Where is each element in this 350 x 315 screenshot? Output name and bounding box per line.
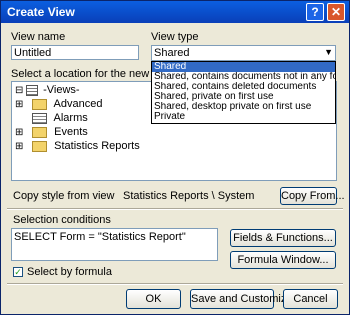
select-by-formula-label: Select by formula <box>27 266 112 278</box>
tree-item-label: -Views- <box>43 84 80 96</box>
formula-window-button[interactable]: Formula Window... <box>230 251 336 269</box>
title-bar: Create View ? ✕ <box>1 1 349 23</box>
view-type-option[interactable]: Shared <box>152 62 335 72</box>
select-by-formula-checkbox[interactable]: ✓ <box>13 267 23 277</box>
expand-icon[interactable]: ⊞ <box>15 98 23 111</box>
ok-button[interactable]: OK <box>126 289 181 309</box>
tree-item-advanced[interactable]: ⊞ Advanced <box>15 98 102 111</box>
copy-style-value: Statistics Reports \ System <box>123 190 255 202</box>
expand-icon[interactable]: ⊞ <box>15 126 23 139</box>
tree-item-label: Advanced <box>53 98 103 110</box>
dialog-title: Create View <box>7 5 75 19</box>
folder-icon <box>32 126 48 138</box>
collapse-icon[interactable]: ⊟ <box>15 84 23 97</box>
view-type-label: View type <box>151 31 199 43</box>
cancel-button[interactable]: Cancel <box>283 289 338 309</box>
tree-item-label: Events <box>54 126 88 138</box>
tree-item-views-root[interactable]: ⊟ -Views- <box>15 84 80 97</box>
create-view-dialog: Create View ? ✕ View name Untitled View … <box>0 0 350 315</box>
folder-icon <box>32 98 48 110</box>
view-type-option[interactable]: Shared, contains documents not in any fo… <box>152 72 335 82</box>
chevron-down-icon[interactable]: ▼ <box>324 47 333 57</box>
formula-text: SELECT Form = "Statistics Report" <box>14 231 186 243</box>
tree-item-events[interactable]: ⊞ Events <box>15 126 88 139</box>
folder-icon <box>32 140 48 152</box>
tree-item-label: Statistics Reports <box>54 140 140 152</box>
close-button[interactable]: ✕ <box>327 3 345 21</box>
copy-from-button[interactable]: Copy From... <box>280 187 345 205</box>
view-name-input[interactable]: Untitled <box>11 45 139 60</box>
views-icon <box>26 84 39 96</box>
view-name-label: View name <box>11 31 66 43</box>
copy-style-label: Copy style from view <box>13 190 115 202</box>
divider <box>7 283 343 285</box>
view-type-dropdown: Shared Shared, contains documents not in… <box>151 61 336 124</box>
expand-icon[interactable]: ⊞ <box>15 140 23 153</box>
view-name-value: Untitled <box>14 47 52 59</box>
selection-conditions-label: Selection conditions <box>13 214 111 226</box>
help-button[interactable]: ? <box>306 3 324 21</box>
tree-item-label: Alarms <box>53 112 88 124</box>
save-and-customize-button[interactable]: Save and Customize <box>190 289 293 309</box>
view-type-option[interactable]: Private <box>152 112 335 122</box>
tree-item-alarms[interactable]: Alarms <box>15 112 88 125</box>
divider <box>7 208 343 210</box>
view-type-option[interactable]: Shared, contains deleted documents <box>152 82 335 92</box>
formula-textarea[interactable]: SELECT Form = "Statistics Report" <box>11 228 218 261</box>
view-type-selected: Shared <box>154 47 190 59</box>
fields-functions-button[interactable]: Fields & Functions... <box>230 229 336 247</box>
tree-item-statistics-reports[interactable]: ⊞ Statistics Reports <box>15 140 140 153</box>
view-grid-icon <box>32 112 48 124</box>
view-type-option[interactable]: Shared, desktop private on first use <box>152 102 335 112</box>
view-type-select[interactable]: Shared ▼ <box>151 45 336 61</box>
location-label: Select a location for the new view <box>11 68 175 80</box>
view-type-option[interactable]: Shared, private on first use <box>152 92 335 102</box>
